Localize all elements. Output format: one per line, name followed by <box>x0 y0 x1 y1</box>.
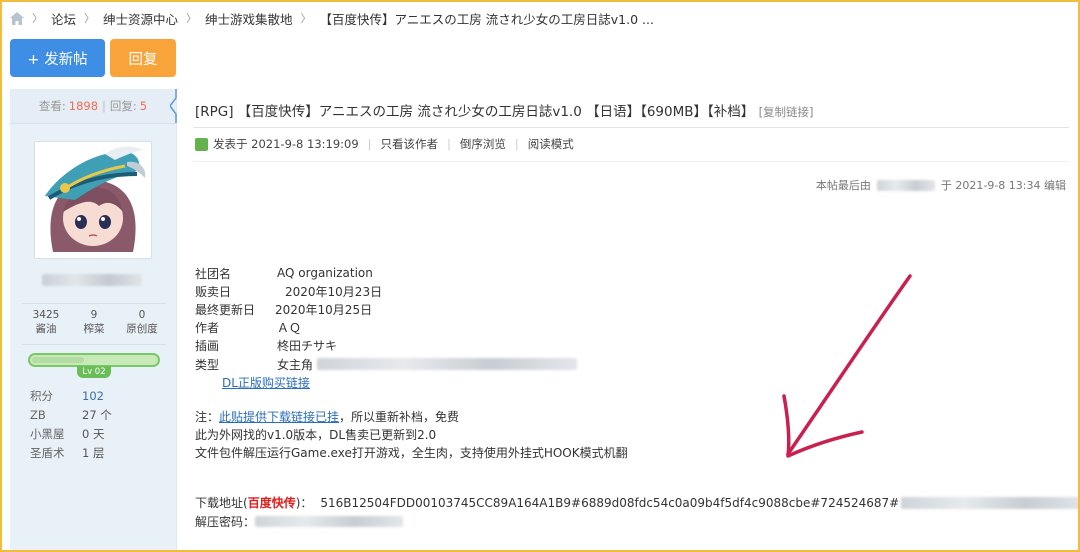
note-line: 注：此贴提供下载链接已挂，所以重新补档，免费 <box>195 408 628 426</box>
game-info-key: 插画 <box>195 339 220 354</box>
breadcrumb-item-game-board[interactable]: 绅士游戏集散地 <box>205 9 293 28</box>
chevron-right-icon: 〉 <box>300 12 312 25</box>
last-edit-suffix: 于 2021-9-8 13:34 编辑 <box>940 179 1066 192</box>
game-info-value: ＡＱ <box>277 321 302 336</box>
note-line: 文件包件解压运行Game.exe打开游戏，全生肉，支持使用外挂式HOOK模式机翻 <box>195 446 628 461</box>
home-icon[interactable] <box>10 11 24 25</box>
user-info-value: 27 个 <box>82 407 112 422</box>
game-info-row: 类型 女主角 <box>195 355 578 373</box>
game-info-value: 女主角 <box>277 357 314 372</box>
divider <box>193 127 1069 128</box>
read-mode-link[interactable]: 阅读模式 <box>528 136 574 152</box>
meta-divider: | <box>447 137 451 151</box>
post-title-text: [RPG] 【百度快传】アニエスの工房 流され少女の工房日誌v1.0 【日语】【… <box>195 104 755 120</box>
level-badge: Lv 02 <box>77 366 111 378</box>
user-info-key: ZB <box>30 407 46 422</box>
dl-purchase-link[interactable]: DL正版购买链接 <box>222 374 310 391</box>
only-author-link[interactable]: 只看该作者 <box>381 136 439 152</box>
points-value[interactable]: 102 <box>82 389 104 403</box>
thread-stats: 查看: 1898 | 回复: 5 <box>10 89 176 124</box>
note-link[interactable]: 此贴提供下载链接已挂 <box>219 410 339 424</box>
game-info-row: 插画 柊田チサキ <box>195 337 577 355</box>
user-stat-originality[interactable]: 0 原创度 <box>118 304 166 344</box>
views-count: 1898 <box>68 99 99 113</box>
replies-label: 回复: <box>109 99 137 113</box>
user-info-list: 积分 102 ZB 27 个 小黑屋 0 天 圣盾术 1 层 <box>30 386 170 462</box>
user-info-row: 圣盾术 1 层 <box>30 443 170 462</box>
chevron-right-icon: 〉 <box>32 12 43 25</box>
user-info-row: 积分 102 <box>30 386 170 405</box>
note-prefix: 注： <box>195 410 220 424</box>
game-info-row: 作者 ＡＱ <box>195 319 577 337</box>
active-post-marker <box>170 89 177 123</box>
chevron-right-icon: 〉 <box>186 12 198 25</box>
author-sidebar: 查看: 1898 | 回复: 5 3425 酱油 9 榨菜 0 原创度 Lv 0… <box>10 89 177 552</box>
username-redacted[interactable] <box>42 274 142 286</box>
user-info-key: 积分 <box>30 388 53 403</box>
post-title: [RPG] 【百度快传】アニエスの工房 流され少女の工房日誌v1.0 【日语】【… <box>195 100 814 120</box>
annotation-arrow <box>782 274 912 458</box>
breadcrumb: 〉 论坛 〉 绅士资源中心 〉 绅士游戏集散地 〉 【百度快传】アニエスの工房 … <box>10 9 654 27</box>
game-info-row: 贩卖日 2020年10月23日 <box>195 282 577 300</box>
posted-at: 发表于 2021-9-8 13:19:09 <box>213 137 359 151</box>
game-info-key: 类型 <box>195 357 220 372</box>
user-stat-pickle[interactable]: 9 榨菜 <box>70 304 118 344</box>
user-info-row: ZB 27 个 <box>30 405 170 424</box>
breadcrumb-item-resource-center[interactable]: 绅士资源中心 <box>103 9 178 28</box>
stats-divider: | <box>102 99 106 113</box>
user-info-row: 小黑屋 0 天 <box>30 424 170 443</box>
breadcrumb-item-forum[interactable]: 论坛 <box>51 9 76 28</box>
last-edit-note: 本帖最后由 于 2021-9-8 13:34 编辑 <box>816 177 1066 193</box>
user-info-value: 1 层 <box>82 445 105 460</box>
reply-button[interactable]: 回复 <box>110 39 176 77</box>
download-code[interactable]: 516B12504FDD00103745CC89A164A1B9#6889d08… <box>320 496 899 510</box>
meta-divider: | <box>367 137 372 151</box>
meta-divider: | <box>514 137 519 151</box>
password-label: 解压密码： <box>195 515 256 529</box>
game-info-value: AQ organization <box>277 266 373 281</box>
chevron-right-icon: 〉 <box>84 12 96 25</box>
download-code-redacted <box>901 496 1080 509</box>
user-info-value: 0 天 <box>82 426 105 441</box>
extract-password: 解压密码： <box>195 513 404 530</box>
user-stats: 3425 酱油 9 榨菜 0 原创度 <box>22 303 166 345</box>
download-source: 百度快传 <box>247 496 296 510</box>
user-info-key: 圣盾术 <box>30 445 65 460</box>
user-info-key: 小黑屋 <box>30 426 65 441</box>
game-info-row: 最终更新日 2020年10月25日 <box>195 300 577 318</box>
copy-link-button[interactable]: [复制链接] <box>759 105 814 119</box>
game-info: 社团名 AQ organization 贩卖日 2020年10月23日 最终更新日 2… <box>195 264 578 373</box>
game-info-value: 2020年10月23日 <box>285 284 383 299</box>
replies-count: 5 <box>139 99 148 113</box>
game-info-row: 社团名 AQ organization <box>195 264 577 282</box>
last-edit-prefix: 本帖最后由 <box>815 179 871 192</box>
avatar-image <box>35 142 151 258</box>
new-post-button[interactable]: + 发新帖 <box>10 39 105 77</box>
post-notes: 注：此贴提供下载链接已挂，所以重新补档，免费 此为外网找的v1.0版本，DL售卖… <box>195 408 628 463</box>
views-label: 查看: <box>38 99 66 113</box>
user-stat-soy[interactable]: 3425 酱油 <box>22 304 70 344</box>
genre-redacted <box>317 358 578 371</box>
download-address: 下载地址(百度快传)： 516B12504FDD00103745CC89A164… <box>195 494 1080 511</box>
breadcrumb-item-current-thread[interactable]: 【百度快传】アニエスの工房 流され少女の工房日誌v1.0 ... <box>320 9 654 28</box>
game-info-key: 贩卖日 <box>195 284 232 299</box>
level-progress-bar <box>28 353 160 367</box>
post-meta: 发表于 2021-9-8 13:19:09 | 只看该作者 | 倒序浏览 | 阅… <box>195 136 574 152</box>
divider <box>193 161 1069 162</box>
download-prefix: 下载地址( <box>195 496 248 510</box>
game-info-key: 作者 <box>195 321 220 336</box>
download-suffix: )： <box>295 496 313 510</box>
game-info-key: 最终更新日 <box>195 302 256 317</box>
game-info-key: 社团名 <box>195 266 232 281</box>
password-redacted <box>255 516 404 527</box>
note-suffix: ，所以重新补档，免费 <box>339 410 460 424</box>
online-status-icon <box>195 137 208 151</box>
reverse-order-link[interactable]: 倒序浏览 <box>460 136 506 152</box>
game-info-value: 柊田チサキ <box>277 339 338 354</box>
note-line: 此为外网找的v1.0版本，DL售卖已更新到2.0 <box>195 428 437 443</box>
editor-redacted <box>876 179 935 191</box>
game-info-value: 2020年10月25日 <box>275 302 373 317</box>
avatar[interactable] <box>34 141 152 259</box>
level-progress-fill <box>32 357 84 363</box>
